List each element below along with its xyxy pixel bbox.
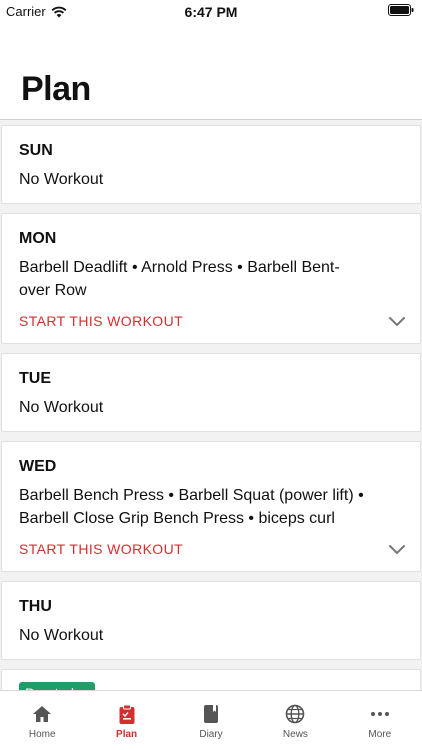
- clipboard-icon: [119, 704, 135, 724]
- status-time: 6:47 PM: [184, 4, 238, 20]
- day-description: No Workout: [19, 627, 104, 644]
- day-description: No Workout: [19, 399, 104, 416]
- tab-more[interactable]: More: [338, 691, 422, 750]
- tab-label: News: [282, 729, 308, 740]
- day-name: SUN: [19, 142, 53, 159]
- day-name: THU: [19, 598, 52, 615]
- day-description: No Workout: [19, 171, 104, 188]
- globe-icon: [286, 704, 305, 724]
- battery-icon: [388, 4, 414, 16]
- day-card-sun[interactable]: SUN No Workout: [1, 125, 421, 204]
- day-card-mon[interactable]: MON Barbell Deadlift • Arnold Press • Ba…: [1, 213, 421, 344]
- day-card-tue[interactable]: TUE No Workout: [1, 353, 421, 432]
- day-name: WED: [19, 458, 57, 475]
- due-today-badge: Due today: [19, 682, 95, 690]
- day-description: Barbell Bench Press • Barbell Squat (pow…: [19, 487, 364, 527]
- tab-diary[interactable]: Diary: [169, 691, 253, 750]
- home-icon: [33, 706, 52, 722]
- day-name: TUE: [19, 370, 51, 387]
- day-card-thu[interactable]: THU No Workout: [1, 581, 421, 660]
- plan-day-list[interactable]: SUN No Workout MON Barbell Deadlift • Ar…: [0, 125, 422, 690]
- chevron-down-icon[interactable]: [388, 316, 406, 328]
- tab-bar: Home Plan Diary News More: [0, 690, 422, 750]
- tab-label: Diary: [199, 729, 223, 740]
- chevron-down-icon[interactable]: [388, 544, 406, 556]
- status-bar: Carrier 6:47 PM: [0, 0, 422, 24]
- day-card-wed[interactable]: WED Barbell Bench Press • Barbell Squat …: [1, 441, 421, 572]
- book-icon: [204, 705, 219, 723]
- more-icon: [370, 712, 389, 716]
- tab-label: Home: [28, 729, 56, 740]
- day-description: Barbell Deadlift • Arnold Press • Barbel…: [19, 259, 340, 299]
- tab-plan[interactable]: Plan: [84, 691, 168, 750]
- start-workout-button[interactable]: START THIS WORKOUT: [19, 541, 183, 557]
- day-name: MON: [19, 230, 57, 247]
- start-workout-button[interactable]: START THIS WORKOUT: [19, 313, 183, 329]
- tab-label: More: [368, 729, 392, 740]
- nav-header: Plan: [0, 24, 422, 120]
- tab-news[interactable]: News: [253, 691, 337, 750]
- day-card-due[interactable]: Due today: [1, 669, 421, 690]
- tab-home[interactable]: Home: [0, 691, 84, 750]
- app-screen: Carrier 6:47 PM Plan SUN No Workout MON: [0, 0, 422, 750]
- tab-label: Plan: [116, 729, 138, 740]
- page-title: Plan: [21, 70, 91, 108]
